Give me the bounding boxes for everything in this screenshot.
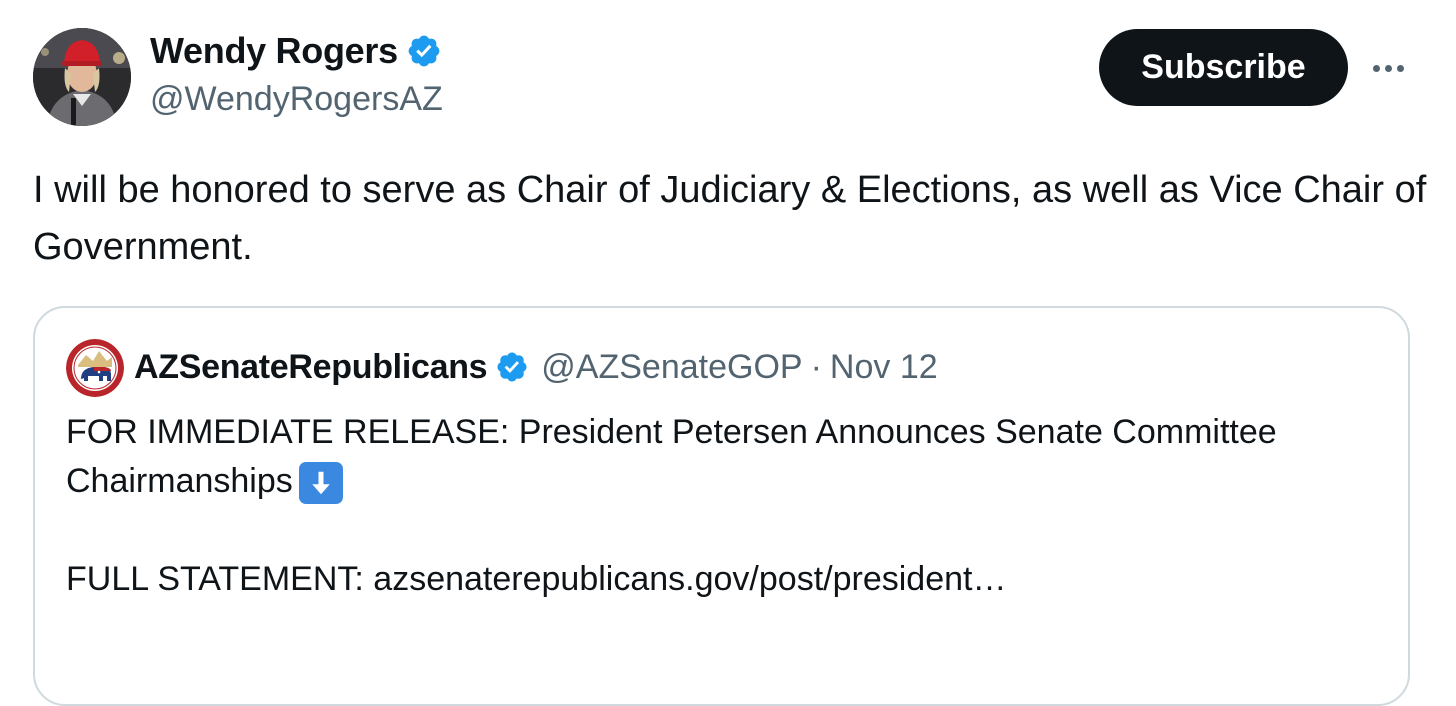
author-name[interactable]: Wendy Rogers [150, 30, 398, 72]
quoted-tweet-line: FOR IMMEDIATE RELEASE: President Peterse… [66, 408, 1386, 506]
more-dot [1372, 64, 1380, 72]
quoted-tweet-line-1: FOR IMMEDIATE RELEASE: President Peterse… [66, 413, 1277, 500]
quoted-tweet-line-2: FULL STATEMENT: azsenaterepublicans.gov/… [66, 560, 1007, 598]
down-arrow-emoji-icon [298, 462, 343, 504]
author-avatar-image [33, 28, 131, 126]
more-dot [1384, 64, 1392, 72]
more-dot [1396, 64, 1404, 72]
quoted-author-name[interactable]: AZSenateRepublicans [134, 344, 488, 390]
author-handle[interactable]: @WendyRogersAZ [150, 80, 443, 119]
verified-badge-icon [408, 35, 440, 67]
subscribe-button[interactable]: Subscribe [1099, 29, 1348, 106]
az-senate-seal-icon [66, 339, 124, 397]
verified-badge-icon [497, 352, 527, 382]
author-avatar[interactable] [33, 28, 131, 126]
quoted-tweet-date[interactable]: Nov 12 [830, 344, 938, 390]
more-options-icon[interactable] [1366, 48, 1410, 88]
quoted-tweet-header: AZSenateRepublicans @AZSenateGOP · Nov 1… [134, 344, 938, 390]
quoted-author-avatar[interactable] [66, 339, 124, 397]
header-separator: · [810, 348, 822, 386]
tweet-text: I will be honored to serve as Chair of J… [33, 169, 1427, 268]
quoted-author-handle[interactable]: @AZSenateGOP [541, 344, 802, 390]
quoted-tweet-card[interactable]: AZSenateRepublicans @AZSenateGOP · Nov 1… [33, 306, 1410, 706]
author-name-row[interactable]: Wendy Rogers [150, 30, 442, 72]
quoted-tweet-body: FOR IMMEDIATE RELEASE: President Peterse… [66, 408, 1386, 604]
